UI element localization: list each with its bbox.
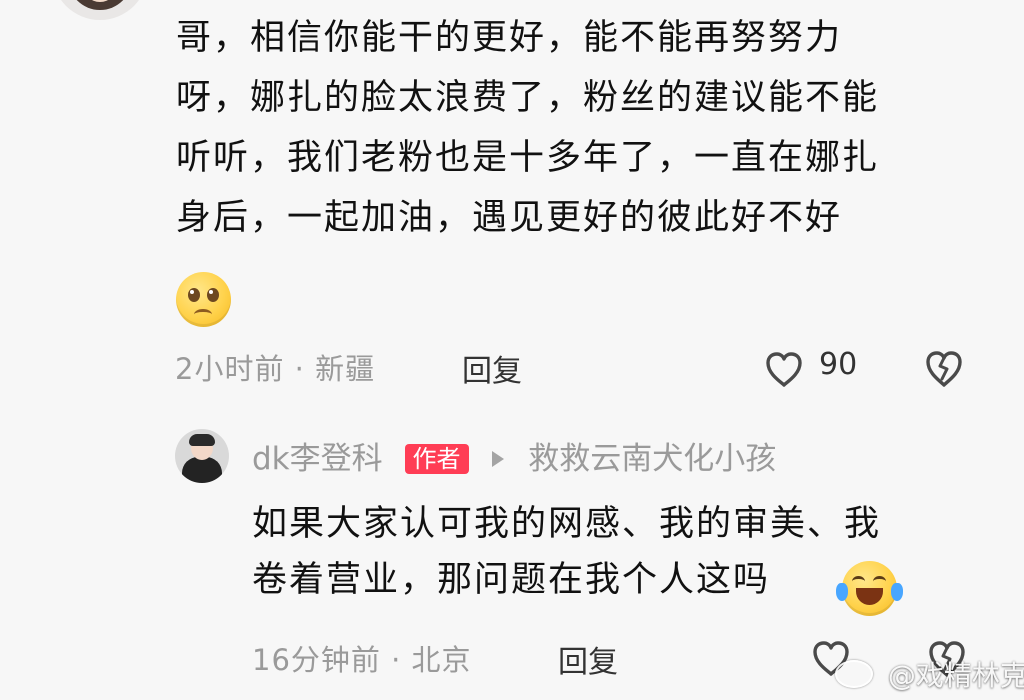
arrow-right-icon: [492, 450, 505, 467]
reply-comment-reply-button[interactable]: 回复: [558, 637, 618, 681]
reply-header: dk李登科 作者 救救云南犬化小孩: [252, 433, 776, 483]
broken-heart-icon[interactable]: [922, 348, 966, 388]
pleading-face-mouth: [194, 309, 212, 320]
main-comment-line: 身后，一起加油，遇见更好的彼此好不好: [176, 198, 843, 238]
comment-screen: 哥，相信你能干的更好，能不能再努努力 呀，娜扎的脸太浪费了，粉丝的建议能不能 听…: [0, 0, 1024, 700]
commenter-avatar[interactable]: [52, 0, 148, 20]
reply-target-name[interactable]: 救救云南犬化小孩: [528, 435, 776, 483]
main-comment-line: 哥，相信你能干的更好，能不能再努努力: [176, 18, 843, 58]
laughing-face-left-eye: [852, 576, 865, 587]
laughing-face-mouth: [856, 588, 883, 605]
watermark-text: @戏精林克: [887, 659, 1024, 692]
eye-shine: [209, 290, 213, 294]
author-avatar-body: [182, 457, 222, 483]
heart-outline-icon[interactable]: [763, 350, 805, 388]
laughing-tear-left: [836, 583, 848, 601]
main-comment-line: 听听，我们老粉也是十多年了，一直在娜扎: [176, 138, 880, 178]
eye-shine: [190, 290, 194, 294]
author-avatar-hair: [189, 434, 215, 446]
laughing-face-right-eye: [873, 576, 886, 587]
main-comment-like-count: 90: [819, 347, 858, 382]
author-name[interactable]: dk李登科: [252, 435, 383, 483]
main-comment-line: 呀，娜扎的脸太浪费了，粉丝的建议能不能: [176, 78, 880, 118]
weibo-logo-icon: [835, 660, 873, 688]
pleading-face-left-eye: [188, 288, 200, 302]
laughing-crying-face-icon: [836, 561, 903, 616]
main-comment-text: 哥，相信你能干的更好，能不能再努努力 呀，娜扎的脸太浪费了，粉丝的建议能不能 听…: [176, 8, 988, 248]
pleading-face-icon: [176, 272, 231, 327]
author-badge: 作者: [404, 443, 469, 474]
main-comment-time-location: 2小时前 · 新疆: [175, 352, 376, 386]
laughing-tear-right: [891, 583, 903, 601]
pleading-face-right-eye: [207, 288, 219, 302]
main-comment-reply-button[interactable]: 回复: [462, 346, 522, 390]
reply-comment-time-location: 16分钟前 · 北京: [252, 643, 472, 677]
watermark: @戏精林克: [835, 654, 1024, 694]
reply-comment-line: 如果大家认可我的网感、我的审美、我: [252, 504, 882, 544]
author-avatar[interactable]: [175, 429, 229, 483]
